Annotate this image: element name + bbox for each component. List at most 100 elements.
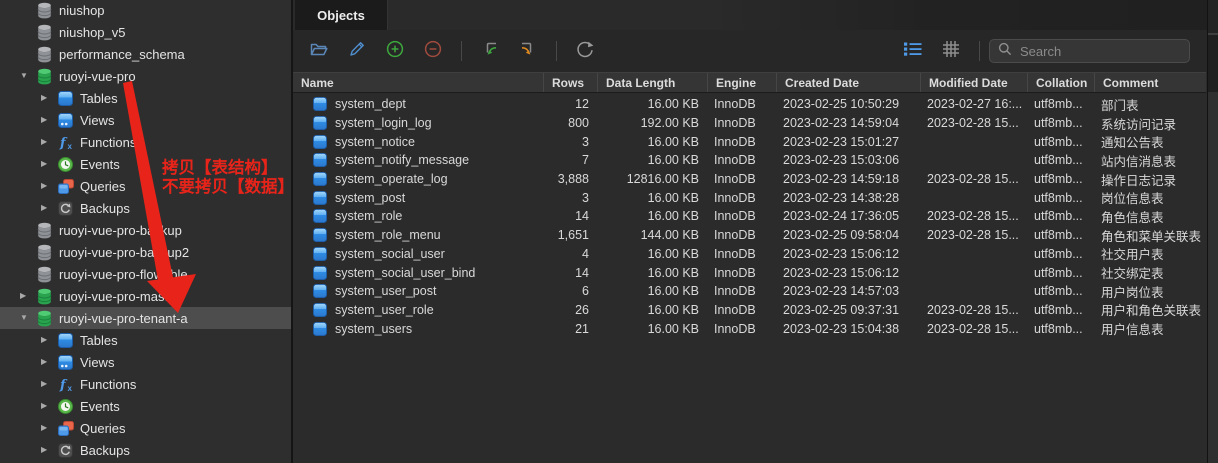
database-gray-icon (36, 266, 53, 283)
tables-icon (57, 90, 74, 107)
design-table-button[interactable] (344, 38, 370, 64)
sidebar-item-ruoyi-vue-pro-tenant-a[interactable]: ▼ruoyi-vue-pro-tenant-a (0, 307, 291, 329)
chevron-right-icon[interactable]: ▶ (41, 204, 57, 212)
database-gray-icon (36, 2, 53, 19)
sidebar-item-ruoyi-vue-pro-backup2[interactable]: ruoyi-vue-pro-backup2 (0, 241, 291, 263)
column-header-data-length[interactable]: Data Length (597, 73, 707, 92)
cell-rows: 1,651 (543, 228, 597, 242)
grid-view-button[interactable] (938, 38, 964, 64)
sidebar-item-ruoyi-vue-pro-master[interactable]: ▶ruoyi-vue-pro-master (0, 285, 291, 307)
cell-comment: 通知公告表 (1094, 132, 1206, 151)
sidebar-item-ruoyi-vue-pro-flowable[interactable]: ruoyi-vue-pro-flowable (0, 263, 291, 285)
table-name-cell: system_role_menu (293, 228, 543, 242)
sidebar-item-ruoyi-vue-pro-backup[interactable]: ruoyi-vue-pro-backup (0, 219, 291, 241)
chevron-right-icon[interactable]: ▶ (41, 182, 57, 190)
cell-data-length: 192.00 KB (597, 116, 707, 130)
chevron-right-icon[interactable]: ▶ (41, 138, 57, 146)
table-row-system_social_user[interactable]: system_social_user416.00 KBInnoDB2023-02… (293, 245, 1206, 264)
chevron-right-icon[interactable]: ▶ (41, 402, 57, 410)
chevron-right-icon[interactable]: ▶ (41, 424, 57, 432)
column-header-name[interactable]: Name (293, 73, 543, 92)
column-header-collation[interactable]: Collation (1027, 73, 1094, 92)
cell-rows: 800 (543, 116, 597, 130)
cell-rows: 3 (543, 191, 597, 205)
table-row-system_login_log[interactable]: system_login_log800192.00 KBInnoDB2023-0… (293, 114, 1206, 133)
column-header-created-date[interactable]: Created Date (776, 73, 920, 92)
cell-comment: 操作日志记录 (1094, 170, 1206, 189)
table-row-system_social_user_bind[interactable]: system_social_user_bind1416.00 KBInnoDB2… (293, 263, 1206, 282)
cell-rows: 12 (543, 97, 597, 111)
sidebar-item-queries[interactable]: ▶Queries (0, 417, 291, 439)
chevron-right-icon[interactable]: ▶ (41, 116, 57, 124)
column-header-comment[interactable]: Comment (1094, 73, 1206, 92)
annotation-line2: 不要拷贝【数据】 (162, 178, 294, 197)
column-header-rows[interactable]: Rows (543, 73, 597, 92)
database-gray-icon (36, 46, 53, 63)
table-row-system_operate_log[interactable]: system_operate_log3,88812816.00 KBInnoDB… (293, 170, 1206, 189)
cell-comment: 角色和菜单关联表 (1094, 226, 1206, 245)
table-row-system_user_post[interactable]: system_user_post616.00 KBInnoDB2023-02-2… (293, 282, 1206, 301)
sidebar-item-backups[interactable]: ▶Backups (0, 439, 291, 461)
table-row-system_notify_message[interactable]: system_notify_message716.00 KBInnoDB2023… (293, 151, 1206, 170)
cell-comment: 社交绑定表 (1094, 263, 1206, 282)
chevron-right-icon[interactable]: ▶ (41, 160, 57, 168)
new-table-button[interactable] (382, 38, 408, 64)
sidebar-item-performance-schema[interactable]: performance_schema (0, 43, 291, 65)
sidebar-item-functions[interactable]: ▶fxFunctions (0, 373, 291, 395)
sidebar-item-tables[interactable]: ▶Tables (0, 329, 291, 351)
sidebar-item-niushop[interactable]: niushop (0, 0, 291, 21)
sidebar-item-label: Queries (80, 179, 126, 194)
table-header-row: NameRowsData LengthEngineCreated DateMod… (293, 72, 1206, 93)
table-row-system_post[interactable]: system_post316.00 KBInnoDB2023-02-23 14:… (293, 188, 1206, 207)
sidebar-item-backups[interactable]: ▶Backups (0, 197, 291, 219)
table-icon (313, 303, 327, 317)
search-input[interactable] (1018, 43, 1182, 60)
export-wizard-button[interactable] (515, 38, 541, 64)
table-name-cell: system_login_log (293, 116, 543, 130)
chevron-right-icon[interactable]: ▶ (41, 336, 57, 344)
sidebar-item-events[interactable]: ▶Events (0, 395, 291, 417)
sidebar-item-niushop-v5[interactable]: niushop_v5 (0, 21, 291, 43)
cell-engine: InnoDB (707, 284, 776, 298)
open-table-button[interactable] (306, 38, 332, 64)
table-row-system_dept[interactable]: system_dept1216.00 KBInnoDB2023-02-25 10… (293, 95, 1206, 114)
refresh-button[interactable] (572, 38, 598, 64)
sidebar-item-views[interactable]: ▶Views (0, 109, 291, 131)
import-wizard-button[interactable] (477, 38, 503, 64)
right-edge-panel (1208, 0, 1218, 463)
sidebar-item-ruoyi-vue-pro[interactable]: ▼ruoyi-vue-pro (0, 65, 291, 87)
sidebar-item-label: performance_schema (59, 47, 185, 62)
table-row-system_users[interactable]: system_users2116.00 KBInnoDB2023-02-23 1… (293, 319, 1206, 338)
search-box[interactable] (989, 39, 1190, 63)
table-icon (313, 191, 327, 205)
table-row-system_role[interactable]: system_role1416.00 KBInnoDB2023-02-24 17… (293, 207, 1206, 226)
column-header-modified-date[interactable]: Modified Date (920, 73, 1027, 92)
list-view-button[interactable] (900, 38, 926, 64)
cell-collation: utf8mb... (1027, 172, 1094, 186)
cell-data-length: 16.00 KB (597, 153, 707, 167)
cell-modified: 2023-02-28 15... (920, 322, 1027, 336)
table-icon (313, 322, 327, 336)
sidebar-item-views[interactable]: ▶Views (0, 351, 291, 373)
chevron-down-icon[interactable]: ▼ (20, 72, 36, 80)
tab-objects[interactable]: Objects (295, 0, 388, 30)
delete-table-button[interactable] (420, 38, 446, 64)
sidebar-item-label: ruoyi-vue-pro-backup2 (59, 245, 189, 260)
chevron-right-icon[interactable]: ▶ (41, 446, 57, 454)
table-icon (313, 209, 327, 223)
cell-data-length: 16.00 KB (597, 266, 707, 280)
table-icon (313, 153, 327, 167)
chevron-right-icon[interactable]: ▶ (20, 292, 36, 300)
sidebar-item-functions[interactable]: ▶fxFunctions (0, 131, 291, 153)
chevron-right-icon[interactable]: ▶ (41, 94, 57, 102)
sidebar-item-tables[interactable]: ▶Tables (0, 87, 291, 109)
chevron-right-icon[interactable]: ▶ (41, 358, 57, 366)
chevron-right-icon[interactable]: ▶ (41, 380, 57, 388)
list-view-icon (903, 41, 923, 62)
table-icon (313, 247, 327, 261)
table-row-system_notice[interactable]: system_notice316.00 KBInnoDB2023-02-23 1… (293, 132, 1206, 151)
table-row-system_role_menu[interactable]: system_role_menu1,651144.00 KBInnoDB2023… (293, 226, 1206, 245)
table-row-system_user_role[interactable]: system_user_role2616.00 KBInnoDB2023-02-… (293, 301, 1206, 320)
chevron-down-icon[interactable]: ▼ (20, 314, 36, 322)
column-header-engine[interactable]: Engine (707, 73, 776, 92)
